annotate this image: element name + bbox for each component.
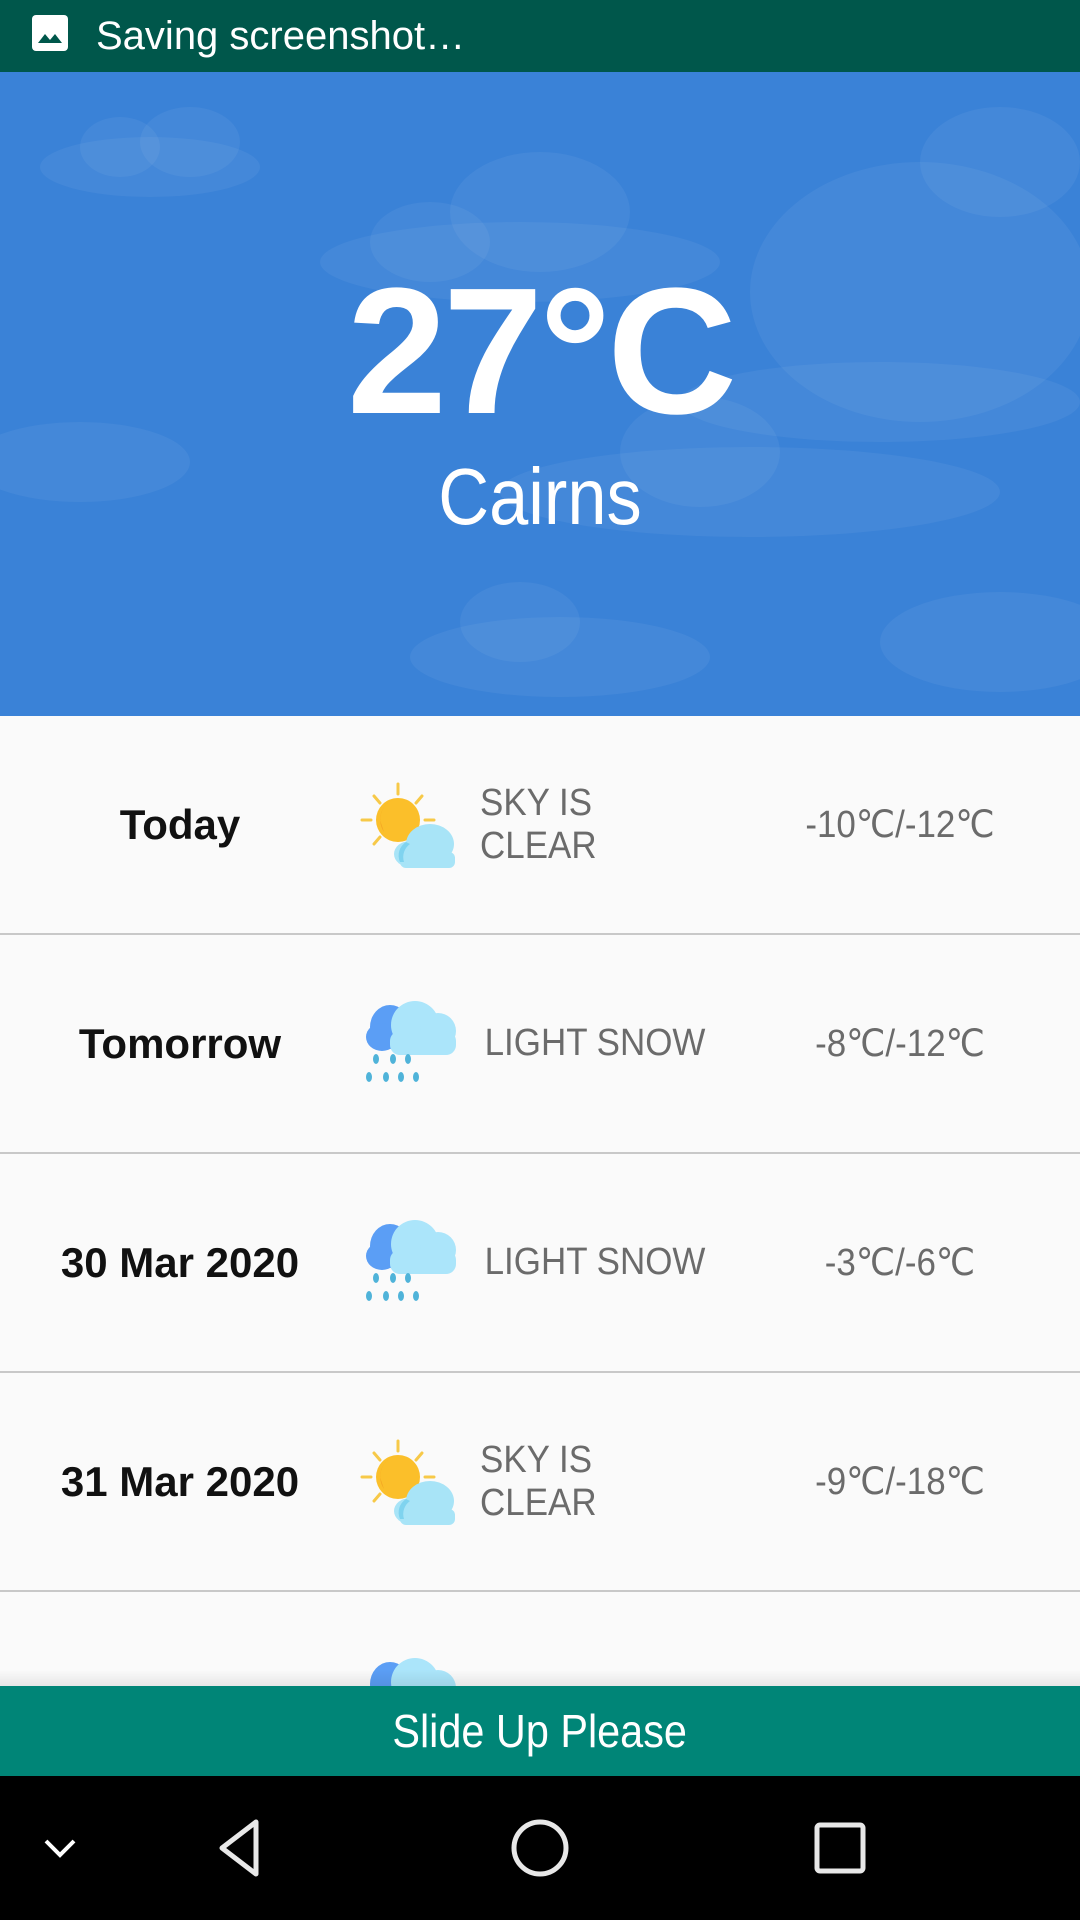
back-icon (219, 1819, 259, 1877)
forecast-row[interactable]: Tomorrow LIGHT SNOW -8℃/-12℃ (0, 935, 1080, 1154)
forecast-temp-range: -10℃/-12℃ (805, 804, 995, 846)
current-weather-hero: 27°C Cairns (0, 72, 1080, 716)
forecast-day: Tomorrow (78, 1019, 282, 1067)
chevron-down-icon (44, 1839, 76, 1858)
image-icon (32, 15, 68, 51)
slide-up-label: Slide Up Please (392, 1705, 688, 1757)
city-name: Cairns (438, 452, 642, 541)
recents-button[interactable] (790, 1776, 890, 1920)
home-icon (511, 1819, 569, 1877)
system-navigation-bar (0, 1776, 1080, 1920)
forecast-row[interactable]: Today SKY IS CLEAR -10℃/-12℃ (0, 716, 1080, 935)
home-button[interactable] (490, 1776, 590, 1920)
forecast-row[interactable]: 31 Mar 2020 SKY IS CLEAR -9℃/-18℃ (0, 1373, 1080, 1592)
slide-up-panel-handle[interactable]: Slide Up Please (0, 1686, 1080, 1776)
rain-cloud-icon (366, 1220, 456, 1301)
forecast-day: 30 Mar 2020 (60, 1238, 300, 1286)
rain-cloud-icon (366, 1001, 456, 1082)
forecast-description: SKY IS CLEAR (480, 781, 597, 867)
sun-cloud-icon (360, 782, 455, 868)
current-temperature: 27°C (346, 251, 737, 452)
sun-cloud-icon (360, 1439, 455, 1525)
status-notification-text: Saving screenshot… (96, 14, 466, 58)
forecast-day: Today (119, 800, 241, 848)
forecast-temp-range: -9℃/-18℃ (815, 1461, 985, 1503)
forecast-row[interactable]: 30 Mar 2020 LIGHT SNOW -3℃/-6℃ (0, 1154, 1080, 1373)
forecast-temp-range: -3℃/-6℃ (824, 1242, 976, 1284)
recents-icon (814, 1822, 866, 1874)
forecast-list[interactable]: Today SKY IS CLEAR -10℃/-12℃ Tomorrow LI… (0, 716, 1080, 1686)
collapse-button[interactable] (20, 1776, 100, 1920)
back-button[interactable] (190, 1776, 290, 1920)
forecast-description: LIGHT SNOW (484, 1241, 706, 1283)
status-bar: Saving screenshot… (0, 0, 1080, 72)
forecast-description: SKY IS CLEAR (480, 1438, 597, 1524)
forecast-description: LIGHT SNOW (484, 1022, 706, 1064)
slide-panel-shadow (0, 1670, 1080, 1686)
forecast-temp-range: -8℃/-12℃ (815, 1023, 985, 1065)
forecast-day: 31 Mar 2020 (60, 1457, 300, 1505)
